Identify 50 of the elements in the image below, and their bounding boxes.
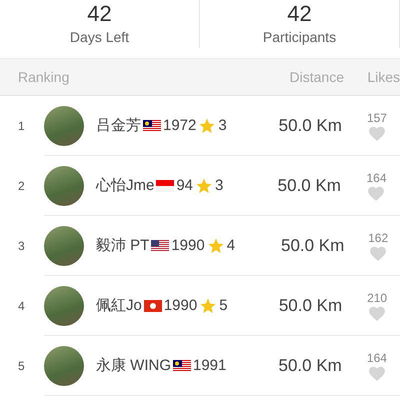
rank-number: 5	[18, 358, 25, 372]
birth-year: 1990	[171, 237, 205, 254]
column-header: Distance	[288, 69, 344, 85]
flag-icon	[156, 180, 174, 192]
birth-year: 94	[176, 177, 194, 194]
like-count: 162	[368, 230, 388, 244]
flag-icon	[173, 360, 191, 372]
star-icon	[198, 116, 216, 134]
avatar-photo-placeholder[interactable]	[44, 106, 84, 146]
participant-name: 佩紅Jo	[96, 296, 142, 315]
distance-value: 50.0 Km	[278, 116, 342, 136]
avatar-photo-placeholder[interactable]	[44, 226, 84, 266]
rank-number: 2	[18, 178, 25, 192]
avatar-photo-placeholder[interactable]	[44, 346, 84, 386]
rank-number: 3	[18, 238, 25, 252]
distance-value: 50.0 Km	[276, 176, 341, 196]
flag-icon	[144, 300, 162, 312]
stat-label: Participants	[262, 28, 336, 46]
star-icon	[195, 176, 214, 194]
star-icon	[206, 236, 225, 254]
stat-value: 42	[287, 0, 312, 28]
flag-icon	[151, 240, 170, 252]
star-count: 5	[219, 297, 228, 314]
rank-number: 1	[18, 118, 25, 132]
distance-value: 50.0 Km	[280, 236, 344, 256]
column-header: Likes	[366, 69, 400, 85]
birth-year: 1991	[193, 357, 226, 374]
star-icon	[199, 296, 218, 314]
star-count: 3	[218, 117, 227, 134]
distance-value: 50.0 Km	[278, 296, 342, 316]
participant-name: 毅沛 PT	[96, 236, 150, 255]
stat-value: 42	[87, 0, 112, 28]
star-count: 3	[215, 177, 224, 194]
birth-year: 1972	[163, 117, 196, 134]
like-count: 164	[366, 170, 386, 184]
star-count: 4	[226, 237, 236, 254]
avatar-photo-placeholder[interactable]	[44, 166, 84, 206]
distance-value: 50.0 Km	[278, 356, 342, 376]
participant-name: 心怡Jme	[96, 176, 154, 195]
participant-name: 永康 WING	[96, 356, 171, 375]
like-count: 164	[366, 350, 387, 364]
column-header: Ranking	[17, 69, 70, 85]
birth-year: 1990	[164, 297, 198, 314]
avatar-photo-placeholder[interactable]	[44, 286, 84, 326]
like-count: 157	[366, 110, 387, 124]
participant-name: 吕金芳	[96, 116, 141, 135]
like-count: 210	[367, 290, 388, 304]
stat-label: Days Left	[70, 28, 130, 46]
rank-number: 4	[18, 298, 25, 312]
flag-icon	[143, 120, 161, 132]
